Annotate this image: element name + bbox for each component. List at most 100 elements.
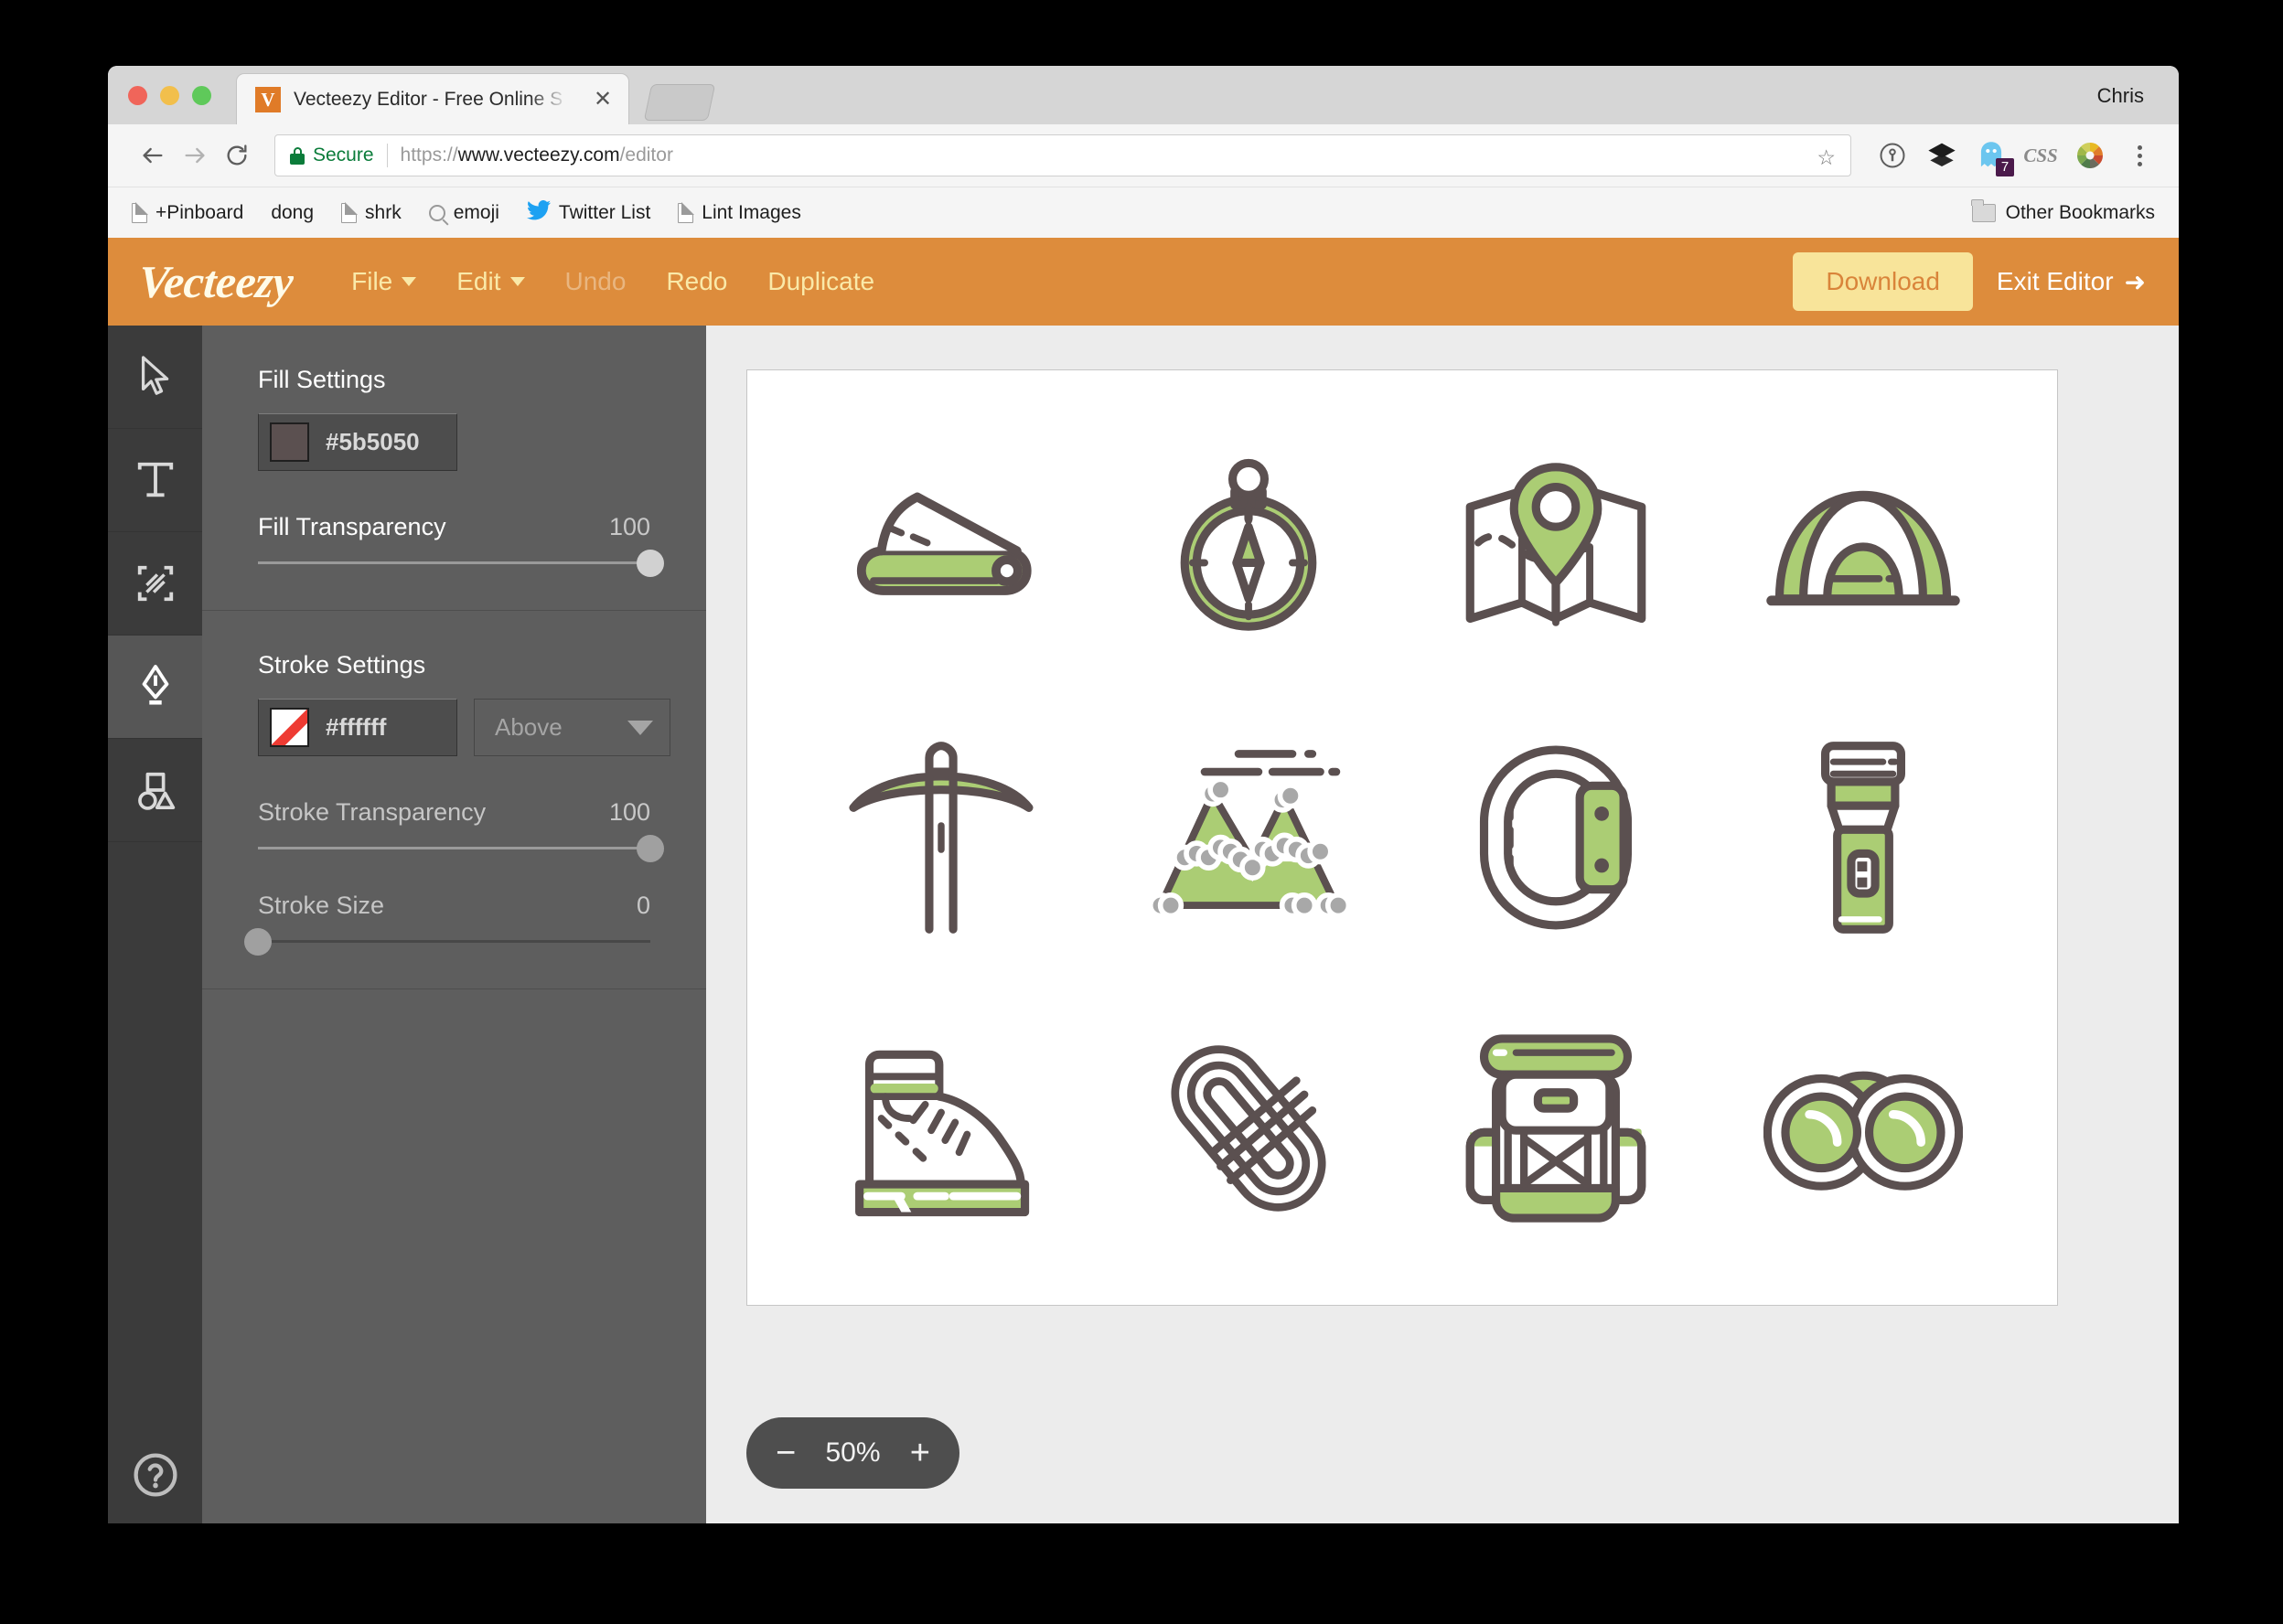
browser-tab-inactive[interactable] [643,84,716,121]
bookmark-twitter-list[interactable]: Twitter List [526,199,651,225]
back-button[interactable] [132,134,174,176]
tent-icon[interactable] [1710,401,2017,692]
fill-color-field[interactable]: #5b5050 [258,413,457,471]
doc-icon [132,201,148,223]
pen-tool[interactable] [108,636,202,739]
backpack-icon[interactable] [1402,983,1710,1274]
browser-window: V Vecteezy Editor - Free Online S ✕ Chri… [108,66,2179,1523]
download-button[interactable]: Download [1793,252,1973,311]
stroke-size-value: 0 [636,892,650,919]
pocket-knife-icon[interactable] [788,401,1095,692]
properties-panel: Fill Settings #5b5050 Fill Transparency … [202,326,706,1523]
fill-color-row: #5b5050 [258,413,650,471]
fill-color-swatch[interactable] [270,422,309,462]
vecteezy-logo[interactable]: Vecteezy [137,255,295,308]
bookmark-dong[interactable]: dong [271,202,314,224]
carabiner-icon[interactable] [1402,692,1710,983]
panel-divider-bottom [202,988,706,989]
address-bar[interactable]: Secure https://www.vecteezy.com/editor ☆ [274,134,1851,176]
bookmark-emoji[interactable]: emoji [428,201,499,224]
other-bookmarks-label: Other Bookmarks [2005,202,2155,223]
pickaxe-icon[interactable] [788,692,1095,983]
map-pin-icon[interactable] [1402,401,1710,692]
chevron-down-icon [627,720,653,735]
vecteezy-favicon: V [255,86,281,112]
exit-editor-button[interactable]: Exit Editor ➜ [1997,267,2151,297]
bookmark-shrk[interactable]: shrk [341,202,402,224]
menu-edit-label: Edit [456,267,501,295]
flashlight-icon[interactable] [1710,692,2017,983]
exit-editor-label: Exit Editor [1996,267,2114,295]
arrow-right-icon: ➜ [2124,267,2146,296]
forward-button[interactable] [174,134,216,176]
stroke-color-row: #ffffff Above [258,699,670,756]
url-path: /editor [619,144,673,166]
artboard[interactable] [746,369,2058,1306]
menu-file[interactable]: File [331,267,436,296]
browser-tab-active[interactable]: V Vecteezy Editor - Free Online S ✕ [236,73,629,124]
stroke-color-field[interactable]: #ffffff [258,699,457,756]
stroke-size-thumb[interactable] [244,927,272,956]
bookmark-lint-images[interactable]: Lint Images [678,202,801,224]
bookmarks-bar: +Pinboard dong shrk emoji Twitter List L… [108,187,2179,238]
color-wheel-icon[interactable] [2074,140,2106,171]
onepassword-icon[interactable] [1877,140,1908,171]
css-icon[interactable]: CSS [2023,140,2057,171]
bookmark-label: shrk [365,201,402,223]
menu-undo[interactable]: Undo [545,267,647,296]
other-bookmarks-button[interactable]: Other Bookmarks [1971,187,2155,239]
reload-button[interactable] [216,134,258,176]
bookmark-pinboard[interactable]: +Pinboard [132,202,243,224]
icon-grid [747,370,2057,1305]
close-icon[interactable]: ✕ [592,89,614,111]
app-menu-bar: File Edit Undo Redo Duplicate [331,267,895,296]
minimize-window-button[interactable] [160,86,179,105]
profile-name[interactable]: Chris [2097,84,2144,108]
menu-undo-label: Undo [564,267,627,295]
stroke-transparency-slider[interactable] [258,834,664,862]
binoculars-icon[interactable] [1710,983,2017,1274]
tab-strip: V Vecteezy Editor - Free Online S ✕ Chri… [108,66,2179,124]
fill-transparency-slider[interactable] [258,549,664,577]
zoom-out-button[interactable]: − [776,1436,796,1470]
mountain-icon[interactable] [1095,692,1402,983]
stroke-transparency-thumb[interactable] [637,834,664,862]
browser-menu-icon[interactable] [2124,140,2155,171]
rope-icon[interactable] [1095,983,1402,1274]
fill-transparency-block: Fill Transparency 100 [258,513,664,577]
fill-settings-title: Fill Settings [258,366,386,393]
fill-transparency-label: Fill Transparency [258,513,446,540]
stroke-position-select[interactable]: Above [474,699,670,756]
close-window-button[interactable] [128,86,147,105]
shapes-tool[interactable] [108,739,202,842]
canvas-area[interactable]: − 50% + [706,326,2179,1523]
maximize-window-button[interactable] [192,86,211,105]
bookmark-label: +Pinboard [155,201,244,223]
security-label: Secure [313,144,374,166]
menu-edit[interactable]: Edit [436,267,544,296]
help-button[interactable] [108,1450,202,1500]
stroke-transparency-value: 100 [608,798,650,826]
select-tool[interactable] [108,326,202,429]
bookmark-star-icon[interactable]: ☆ [1817,145,1836,170]
fill-transparency-value: 100 [608,513,650,540]
hiking-boot-icon[interactable] [788,983,1095,1274]
stroke-color-swatch-none[interactable] [270,708,309,747]
stroke-size-slider[interactable] [244,927,650,956]
ghostery-icon[interactable]: 7 [1976,140,2014,176]
fill-transparency-thumb[interactable] [637,549,664,577]
layers-icon[interactable] [1926,140,1957,171]
stroke-settings-title: Stroke Settings [258,651,426,678]
menu-duplicate[interactable]: Duplicate [747,267,895,296]
compass-icon[interactable] [1095,401,1402,692]
stroke-size-block: Stroke Size 0 [244,892,650,956]
bookmark-label: Twitter List [558,201,651,223]
url-host: www.vecteezy.com [457,144,620,166]
chevron-down-icon [402,277,417,286]
zoom-in-button[interactable]: + [910,1436,930,1470]
bookmark-label: emoji [453,201,499,223]
text-tool[interactable] [108,429,202,532]
editor-body: Fill Settings #5b5050 Fill Transparency … [108,326,2179,1523]
menu-redo[interactable]: Redo [646,267,747,296]
transform-tool[interactable] [108,532,202,636]
